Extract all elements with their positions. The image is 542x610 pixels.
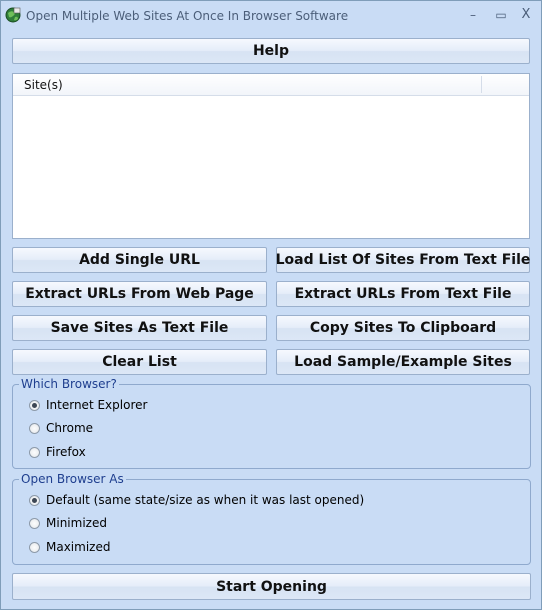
radio-internet-explorer[interactable]: Internet Explorer: [29, 398, 147, 412]
radio-button-checked[interactable]: [29, 399, 40, 411]
which-browser-label: Which Browser?: [19, 377, 119, 391]
add-single-url-button[interactable]: Add Single URL: [12, 247, 267, 273]
maximize-icon[interactable]: ▭: [489, 6, 513, 24]
radio-button[interactable]: [29, 422, 40, 434]
save-sites-as-text-file-button[interactable]: Save Sites As Text File: [12, 315, 267, 341]
radio-button-checked[interactable]: [29, 494, 40, 506]
extract-urls-from-text-file-button[interactable]: Extract URLs From Text File: [276, 281, 530, 307]
radio-label: Maximized: [46, 540, 111, 554]
sites-list[interactable]: Site(s): [12, 73, 530, 239]
load-list-from-text-file-button[interactable]: Load List Of Sites From Text File: [276, 247, 530, 273]
globe-app-icon: [5, 7, 21, 23]
radio-minimized[interactable]: Minimized: [29, 516, 107, 530]
window-title: Open Multiple Web Sites At Once In Brows…: [26, 9, 349, 23]
app-window: Open Multiple Web Sites At Once In Brows…: [0, 0, 542, 610]
radio-label: Chrome: [46, 421, 94, 435]
radio-button[interactable]: [29, 541, 40, 553]
radio-chrome[interactable]: Chrome: [29, 421, 93, 435]
extract-urls-from-web-page-button[interactable]: Extract URLs From Web Page: [12, 281, 267, 307]
radio-button[interactable]: [29, 517, 40, 529]
radio-default-state[interactable]: Default (same state/size as when it was …: [29, 493, 364, 507]
column-divider[interactable]: [481, 76, 482, 93]
title-bar[interactable]: Open Multiple Web Sites At Once In Brows…: [1, 1, 541, 32]
column-header-sites[interactable]: Site(s): [24, 78, 63, 92]
load-sample-sites-button[interactable]: Load Sample/Example Sites: [276, 349, 530, 375]
open-browser-as-label: Open Browser As: [19, 472, 126, 486]
help-button[interactable]: Help: [12, 38, 530, 64]
radio-label: Minimized: [46, 516, 107, 530]
radio-button[interactable]: [29, 446, 40, 458]
which-browser-group: Which Browser? Internet Explorer Chrome …: [12, 377, 531, 469]
radio-firefox[interactable]: Firefox: [29, 445, 86, 459]
radio-label: Firefox: [46, 445, 86, 459]
radio-label: Internet Explorer: [46, 398, 148, 412]
start-opening-button[interactable]: Start Opening: [12, 573, 531, 600]
radio-maximized[interactable]: Maximized: [29, 540, 110, 554]
minimize-icon[interactable]: –: [461, 6, 485, 24]
copy-sites-to-clipboard-button[interactable]: Copy Sites To Clipboard: [276, 315, 530, 341]
close-icon[interactable]: X: [514, 6, 538, 24]
list-header: Site(s): [13, 74, 529, 96]
radio-label: Default (same state/size as when it was …: [46, 493, 365, 507]
open-browser-as-group: Open Browser As Default (same state/size…: [12, 472, 531, 565]
clear-list-button[interactable]: Clear List: [12, 349, 267, 375]
